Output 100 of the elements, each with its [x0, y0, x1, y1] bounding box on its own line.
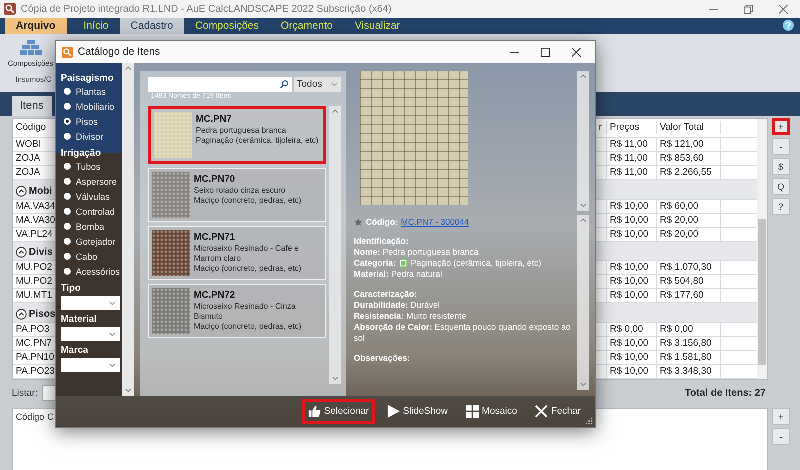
- radio-option[interactable]: Cabo: [61, 249, 122, 264]
- chevron-icon: [109, 362, 116, 368]
- item-name: Microseixo Resinado - Café e Marrom claro: [194, 244, 300, 264]
- scroll-down-icon[interactable]: [332, 376, 338, 381]
- table-cell: R$ 3.348,30: [657, 365, 721, 378]
- table-cell: R$ 10,00: [607, 228, 657, 241]
- action-button[interactable]: Selecionar: [302, 399, 376, 424]
- scrollbar[interactable]: [122, 63, 134, 396]
- menu-tab[interactable]: Início: [72, 18, 120, 34]
- menu-tab[interactable]: Composições: [184, 18, 270, 34]
- catalog-item[interactable]: MC.PN70 Seixo rolado cinza escuro Maciço (concreto, pedras, etc): [148, 168, 326, 222]
- radio-option[interactable]: Gotejador: [61, 234, 122, 249]
- scroll-down-icon[interactable]: [580, 203, 586, 208]
- field-label: Categoria:: [354, 258, 396, 269]
- detail-line: Absorção de Calor: Esquenta pouco quando exposto ao sol: [354, 322, 572, 344]
- table-cell: R$ 10,00: [607, 351, 657, 364]
- chevron-icon: [109, 300, 116, 306]
- table-cell: R$ 853,60: [657, 152, 721, 165]
- scrollbar[interactable]: [577, 215, 589, 390]
- close-icon[interactable]: [572, 48, 581, 56]
- scrollbar[interactable]: [757, 119, 767, 379]
- catalog-item[interactable]: MC.PN72 Microseixo Resinado - Cinza Bismuto Maciço (concreto, pedras, etc): [148, 284, 326, 338]
- radio-option[interactable]: Pisos: [61, 114, 122, 129]
- scroll-up-icon[interactable]: [332, 109, 338, 114]
- catalog-item[interactable]: MC.PN7 Pedra portuguesa branca Paginação (cerâmica, tijoleira, etc): [148, 106, 326, 164]
- scroll-down-icon[interactable]: [580, 382, 586, 387]
- scrollbar[interactable]: [577, 71, 589, 211]
- radio-option[interactable]: Válvulas: [61, 189, 122, 204]
- close-icon: [535, 405, 548, 418]
- table-cell: R$ 1.070,30: [657, 261, 721, 274]
- tab[interactable]: Itens: [12, 96, 52, 116]
- side-button[interactable]: ?: [772, 198, 790, 215]
- table-cell: R$ 177,60: [657, 289, 721, 302]
- scrollbar[interactable]: [329, 106, 341, 384]
- category-icon: [399, 259, 408, 268]
- radio-option[interactable]: Bomba: [61, 219, 122, 234]
- detail-line: Material: Pedra natural: [354, 269, 444, 280]
- help-icon[interactable]: [783, 20, 794, 31]
- group-label: Divis: [29, 247, 53, 258]
- item-category: Maciço (concreto, pedras, etc): [194, 264, 303, 274]
- action-button[interactable]: Mosaico: [460, 399, 524, 424]
- side-button[interactable]: -: [772, 138, 790, 155]
- radio-option[interactable]: Divisor: [61, 129, 122, 144]
- item-code: MC.PN72: [194, 290, 236, 301]
- collapse-icon[interactable]: [16, 186, 27, 197]
- side-button[interactable]: -: [772, 428, 790, 445]
- star-icon[interactable]: [354, 218, 363, 227]
- bricks-icon: [20, 40, 42, 56]
- item-name: Pedra portuguesa branca: [196, 126, 288, 136]
- radio-option[interactable]: Mobiliario: [61, 99, 122, 114]
- item-code: MC.PN71: [194, 232, 236, 243]
- scroll-down-icon[interactable]: [124, 388, 132, 393]
- scope-dropdown[interactable]: Todos: [294, 77, 341, 92]
- side-button[interactable]: Q: [772, 178, 790, 195]
- detail-line: Nome: Pedra portuguesa branca: [354, 247, 480, 258]
- action-button[interactable]: SlideShow: [381, 399, 454, 424]
- item-code: MC.PN7: [196, 114, 233, 125]
- side-button[interactable]: $: [772, 158, 790, 175]
- menu-tab[interactable]: Arquivo: [5, 18, 67, 34]
- table-cell: R$ 10,00: [607, 214, 657, 227]
- scroll-up-icon[interactable]: [580, 74, 586, 79]
- section-heading: Identificação:: [354, 236, 410, 247]
- resize-grip-icon[interactable]: [586, 418, 593, 425]
- table-cell: R$ 121,00: [657, 138, 721, 151]
- total-count: Total de Itens: 27: [685, 388, 766, 398]
- side-button[interactable]: +: [772, 118, 790, 135]
- table-cell: R$ 11,00: [607, 138, 657, 151]
- column-header: Valor Total: [657, 121, 721, 134]
- side-button[interactable]: +: [772, 408, 790, 425]
- radio-option[interactable]: Aspersore: [61, 174, 122, 189]
- radio-option[interactable]: Plantas: [61, 84, 122, 99]
- section-heading: Caracterização:: [354, 289, 418, 300]
- window-title: Cópia de Projeto integrado R1.LND - AuE CalcLANDSCAPE 2022 Subscrição (x64): [21, 4, 392, 14]
- list-label: Listar:: [12, 388, 38, 398]
- menu-tab[interactable]: Orçamento: [270, 18, 344, 34]
- collapse-icon[interactable]: [16, 247, 27, 258]
- scroll-up-icon[interactable]: [580, 218, 586, 223]
- maximize-icon[interactable]: [541, 48, 550, 56]
- column-header: C: [48, 412, 54, 422]
- chevron-icon: [109, 332, 116, 336]
- scroll-up-icon[interactable]: [124, 66, 132, 71]
- group-label: Mobi: [29, 186, 52, 197]
- radio-option[interactable]: Controlad: [61, 204, 122, 219]
- table-cell: R$ 20,00: [657, 214, 721, 227]
- action-button[interactable]: Fechar: [529, 399, 587, 424]
- collapse-icon[interactable]: [16, 309, 27, 320]
- section-heading: Irrigação: [61, 148, 102, 159]
- menu-tab[interactable]: Visualizar: [344, 18, 412, 34]
- catalog-icon: [62, 46, 73, 58]
- radio-option[interactable]: Tubos: [61, 159, 122, 174]
- menu-tab[interactable]: Cadastro: [120, 18, 184, 34]
- item-category: Paginação (cerâmica, tijoleira, etc): [196, 136, 319, 146]
- catalog-item[interactable]: MC.PN71 Microseixo Resinado - Café e Marrom claro Maciço (concreto, pedras, etc): [148, 226, 326, 280]
- table-cell: R$ 10,00: [607, 365, 657, 378]
- radio-option[interactable]: Acessórios: [61, 264, 122, 279]
- search-field[interactable]: [148, 77, 292, 92]
- restore-icon[interactable]: [744, 4, 753, 14]
- table-cell: R$ 10,00: [607, 337, 657, 350]
- item-category: Maciço (concreto, pedras, etc): [194, 322, 303, 332]
- column-header: Preços: [607, 121, 657, 134]
